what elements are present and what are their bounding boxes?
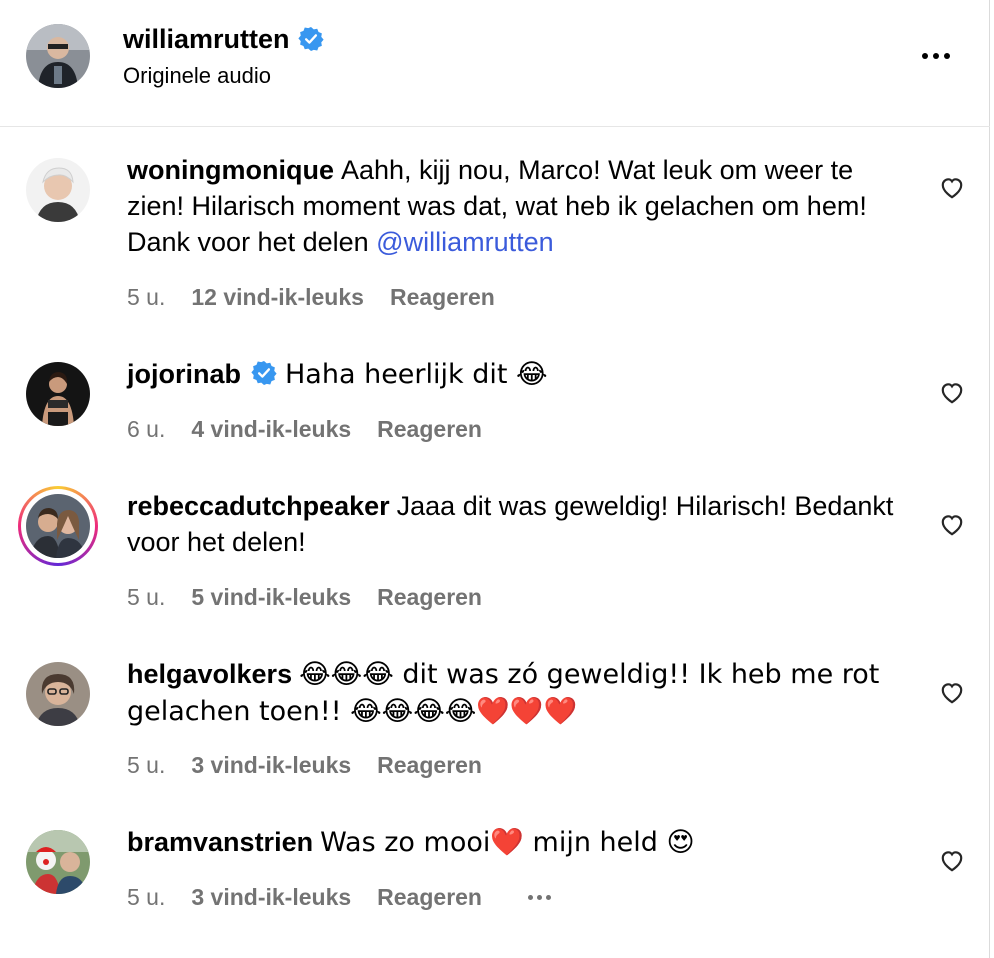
comment-text: woningmonique Aahh, kijj nou, Marco! Wat … — [127, 152, 907, 260]
reply-button[interactable]: Reageren — [377, 752, 482, 779]
comment-username[interactable]: bramvanstrien — [127, 827, 313, 857]
post-header: williamrutten Originele audio — [0, 0, 990, 127]
avatar[interactable] — [26, 158, 90, 222]
reply-button[interactable]: Reageren — [377, 584, 482, 611]
comment-username[interactable]: rebeccadutchpeaker — [127, 491, 390, 521]
comment-username[interactable]: helgavolkers — [127, 659, 292, 689]
reply-button[interactable]: Reageren — [377, 416, 482, 443]
comment-time[interactable]: 6 u. — [127, 416, 165, 443]
avatar[interactable] — [26, 362, 90, 426]
comment-meta: 5 u. 5 vind-ik-leuks Reageren — [127, 584, 482, 611]
comment-text: jojorinab Haha heerlijk dit 😂 — [127, 356, 907, 393]
mention-link[interactable]: @williamrutten — [376, 227, 553, 257]
verified-badge-icon — [297, 26, 324, 52]
heart-icon[interactable] — [939, 680, 965, 706]
comments-panel: williamrutten Originele audio woningmoni… — [0, 0, 990, 958]
comment-meta: 6 u. 4 vind-ik-leuks Reageren — [127, 416, 482, 443]
comment-likes[interactable]: 3 vind-ik-leuks — [191, 884, 351, 911]
comment-meta: 5 u. 12 vind-ik-leuks Reageren — [127, 284, 495, 311]
avatar[interactable] — [26, 24, 90, 88]
comment-username[interactable]: jojorinab — [127, 359, 241, 389]
audio-label[interactable]: Originele audio — [123, 62, 271, 90]
heart-icon[interactable] — [939, 175, 965, 201]
post-author-username[interactable]: williamrutten — [123, 22, 290, 56]
reply-button[interactable]: Reageren — [390, 284, 495, 311]
comment-content: Was zo mooi❤️ mijn held 😍 — [320, 827, 695, 858]
more-horizontal-icon — [922, 53, 928, 59]
comment-likes[interactable]: 12 vind-ik-leuks — [191, 284, 364, 311]
comment-text: rebeccadutchpeaker Jaaa dit was geweldig!… — [127, 488, 907, 560]
comment-text: bramvanstrien Was zo mooi❤️ mijn held 😍 — [127, 824, 907, 861]
reply-button[interactable]: Reageren — [377, 884, 482, 911]
comment-likes[interactable]: 4 vind-ik-leuks — [191, 416, 351, 443]
comment-more-button[interactable] — [527, 895, 551, 900]
comment-time[interactable]: 5 u. — [127, 584, 165, 611]
comment-time[interactable]: 5 u. — [127, 284, 165, 311]
avatar[interactable] — [26, 662, 90, 726]
avatar[interactable] — [26, 494, 90, 558]
post-author[interactable]: williamrutten — [123, 22, 324, 56]
heart-icon[interactable] — [939, 512, 965, 538]
comment-meta: 5 u. 3 vind-ik-leuks Reageren — [127, 752, 482, 779]
heart-icon[interactable] — [939, 380, 965, 406]
comment-time[interactable]: 5 u. — [127, 884, 165, 911]
more-horizontal-icon — [527, 895, 533, 900]
comment-meta: 5 u. 3 vind-ik-leuks Reageren — [127, 884, 551, 911]
comment-time[interactable]: 5 u. — [127, 752, 165, 779]
comment-likes[interactable]: 3 vind-ik-leuks — [191, 752, 351, 779]
avatar[interactable] — [26, 830, 90, 894]
comment-likes[interactable]: 5 vind-ik-leuks — [191, 584, 351, 611]
comment-username[interactable]: woningmonique — [127, 155, 334, 185]
verified-badge-icon — [251, 360, 277, 386]
comment-text: helgavolkers 😂😂😂 dit was zó geweldig!! Ik… — [127, 656, 907, 730]
more-options-button[interactable] — [916, 44, 956, 68]
heart-icon[interactable] — [939, 848, 965, 874]
comment-content: Haha heerlijk dit 😂 — [285, 359, 548, 390]
